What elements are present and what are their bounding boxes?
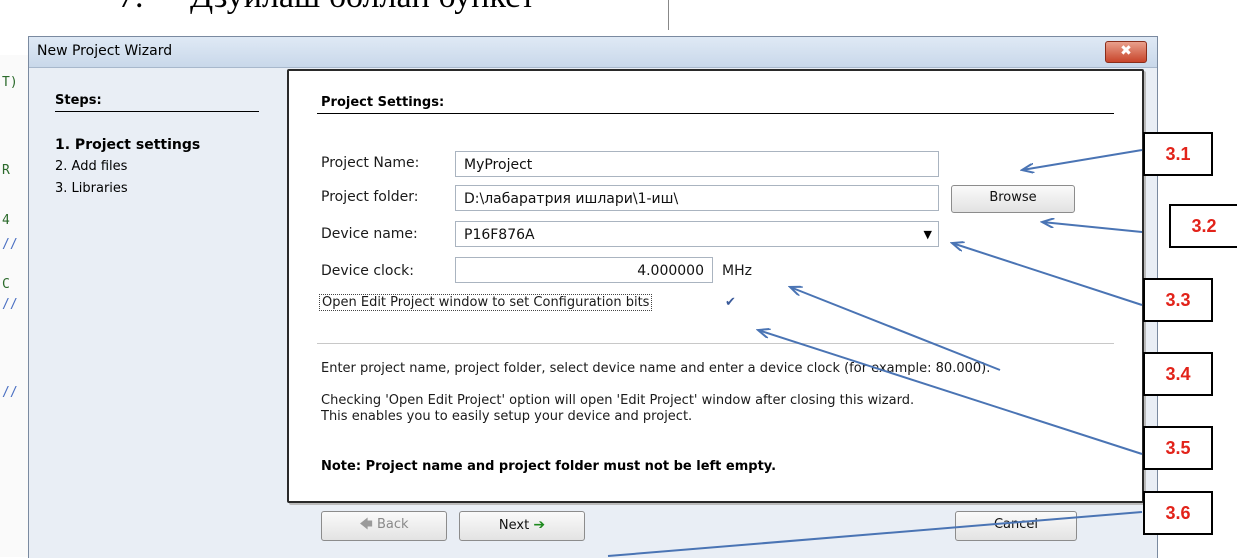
callout-3-6: 3.6 xyxy=(1143,491,1213,535)
callout-3-1: 3.1 xyxy=(1143,132,1213,176)
arrow-3-4 xyxy=(790,287,1001,371)
callout-3-2: 3.2 xyxy=(1169,204,1237,248)
annotation-arrows xyxy=(607,149,1143,557)
arrow-3-3 xyxy=(952,243,1143,306)
arrow-3-6 xyxy=(607,511,1143,557)
callout-3-4: 3.4 xyxy=(1143,352,1213,396)
arrow-3-2 xyxy=(1042,222,1143,233)
arrow-3-1 xyxy=(1022,149,1143,170)
arrow-3-5 xyxy=(758,330,1143,455)
callout-3-3: 3.3 xyxy=(1143,278,1213,322)
callout-3-5: 3.5 xyxy=(1143,426,1213,470)
